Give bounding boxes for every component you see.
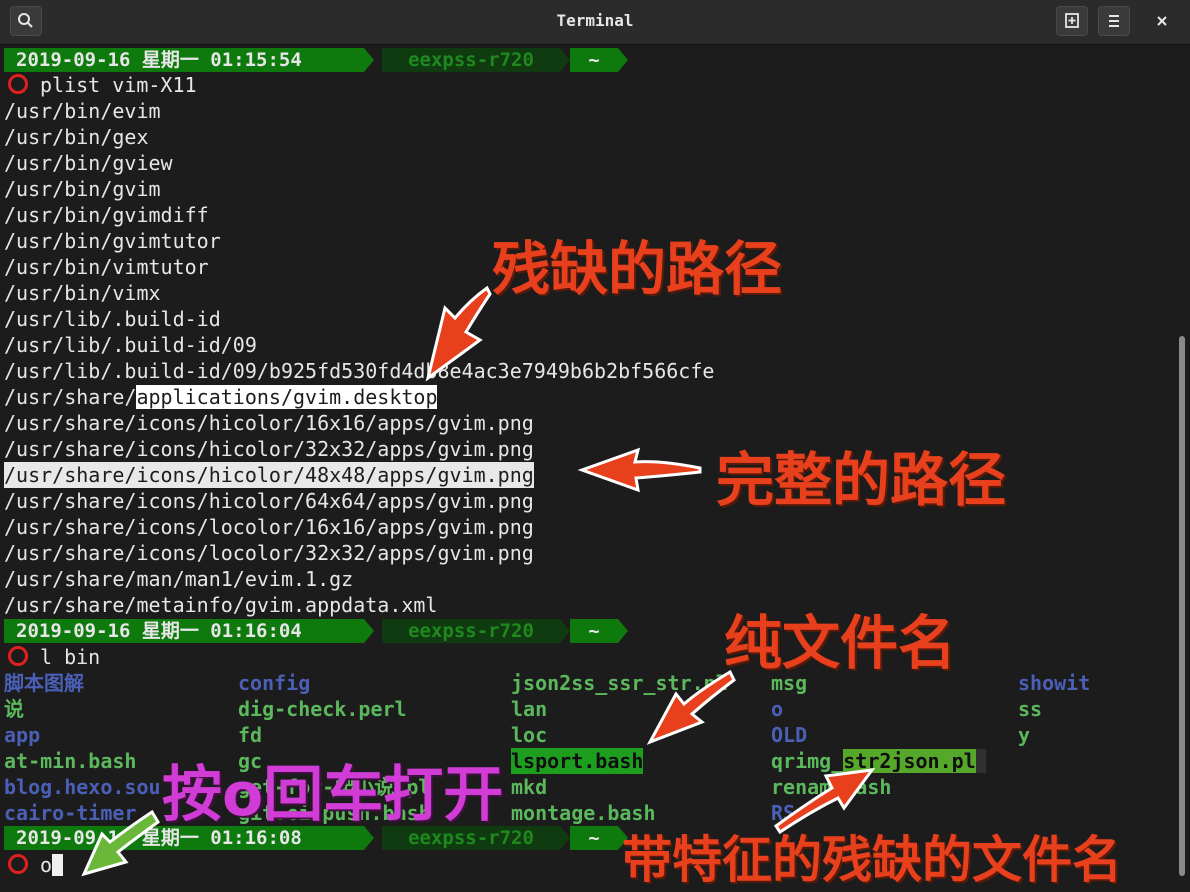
annotation-full-path: 完整的路径 — [716, 446, 1007, 514]
annotation-feature-filename: 带特征的残缺的文件名 — [622, 831, 1122, 889]
annotation-partial-path: 残缺的路径 — [492, 235, 783, 303]
arrow-partial-path — [425, 285, 492, 382]
annotation-pure-filename: 纯文件名 — [724, 609, 957, 677]
annotation-press-o: 按o回车打开 — [162, 760, 504, 830]
arrow-press-o — [81, 809, 160, 877]
arrow-pure-filename — [646, 669, 736, 745]
arrow-full-path — [577, 447, 702, 493]
